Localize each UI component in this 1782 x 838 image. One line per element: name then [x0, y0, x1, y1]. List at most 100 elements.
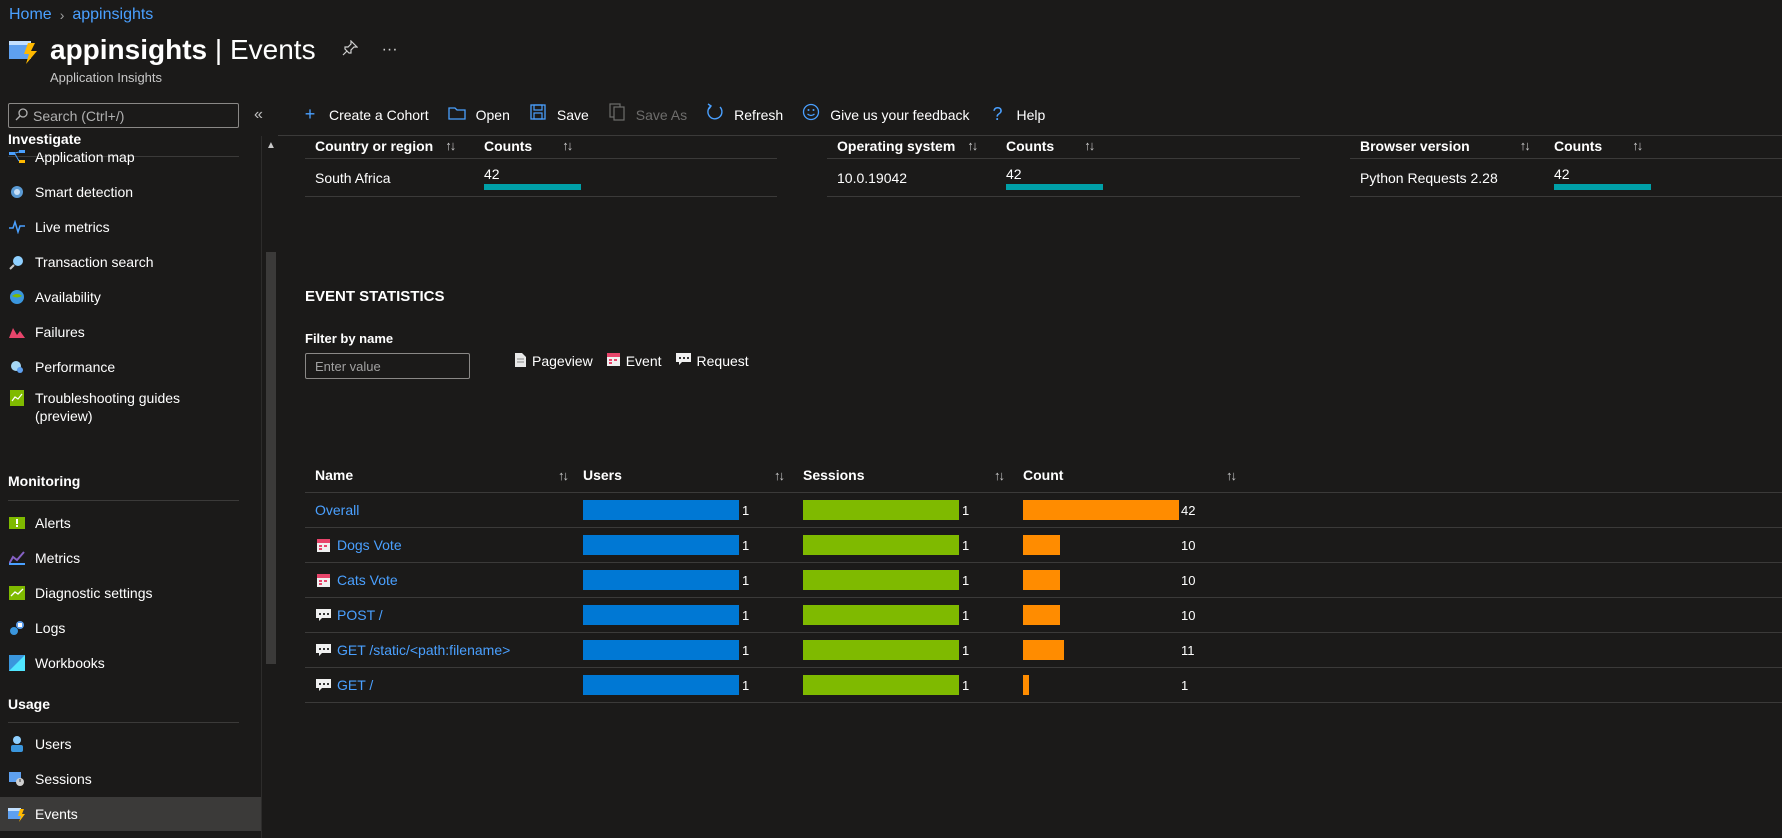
sessions-value: 1	[962, 677, 970, 693]
sidebar-item-troubleshooting[interactable]: Troubleshooting guides (preview)	[0, 385, 261, 429]
sort-icon[interactable]: ↑↓	[562, 138, 573, 153]
sidebar-item-sessions[interactable]: Sessions	[0, 762, 261, 796]
sidebar-item-logs[interactable]: Logs	[0, 611, 261, 645]
sidebar-item-diagnostic-settings[interactable]: Diagnostic settings	[0, 576, 261, 610]
search-input[interactable]: Search (Ctrl+/)	[33, 108, 124, 124]
event-type-legend: Pageview Event Request	[515, 352, 749, 370]
count-cell: 10	[1023, 570, 1263, 590]
users-value: 1	[742, 502, 750, 518]
pin-icon[interactable]	[342, 39, 359, 61]
calendar-icon	[315, 538, 331, 552]
feedback-button[interactable]: Give us your feedback	[801, 103, 969, 126]
users-icon	[8, 735, 26, 753]
search-icon	[15, 107, 28, 124]
section-usage: Usage	[8, 696, 51, 712]
sidebar-search[interactable]: Search (Ctrl+/)	[8, 103, 239, 128]
legend-event[interactable]: Event	[606, 353, 662, 369]
column-header-counts[interactable]: Counts ↑↓	[1002, 138, 1300, 154]
sort-icon[interactable]: ↑↓	[1226, 468, 1237, 483]
sort-icon[interactable]: ↑↓	[1520, 138, 1531, 153]
sidebar-item-availability[interactable]: Availability	[0, 280, 261, 314]
filter-by-name-input[interactable]	[305, 353, 470, 379]
nav-menu: Investigate Application map Smart detect…	[0, 132, 262, 838]
sort-icon[interactable]: ↑↓	[1632, 138, 1643, 153]
column-header-browser[interactable]: Browser version ↑↓	[1350, 138, 1550, 154]
help-icon: ?	[992, 104, 1003, 124]
breadcrumb-home[interactable]: Home	[9, 6, 52, 24]
sort-icon[interactable]: ↑↓	[558, 468, 569, 483]
counts-bar	[484, 183, 581, 190]
diagnostic-settings-icon	[8, 584, 26, 602]
column-header-os[interactable]: Operating system ↑↓	[827, 138, 1002, 154]
chevron-right-icon: ›	[59, 7, 65, 23]
sidebar-item-performance[interactable]: Performance	[0, 350, 261, 384]
sidebar-item-events[interactable]: Events	[0, 797, 261, 831]
sidebar-item-metrics[interactable]: Metrics	[0, 541, 261, 575]
column-header-counts[interactable]: Counts ↑↓	[1550, 138, 1782, 154]
sessions-bar	[803, 535, 959, 555]
save-as-button[interactable]: Save As	[607, 103, 687, 126]
calendar-icon	[606, 353, 620, 369]
event-name-link[interactable]: Overall	[315, 502, 359, 518]
event-name-link[interactable]: Dogs Vote	[337, 537, 402, 553]
table-row: GET /static/<path:filename> 1 1 11	[305, 633, 1782, 668]
sort-icon[interactable]: ↑↓	[1084, 138, 1095, 153]
column-header-users[interactable]: Users ↑↓	[583, 467, 803, 483]
sort-icon[interactable]: ↑↓	[774, 468, 785, 483]
column-header-count[interactable]: Count ↑↓	[1023, 467, 1263, 483]
copy-icon	[607, 103, 627, 126]
event-name-link[interactable]: Cats Vote	[337, 572, 398, 588]
sort-icon[interactable]: ↑↓	[445, 138, 456, 153]
refresh-button[interactable]: Refresh	[705, 103, 783, 126]
column-header-country[interactable]: Country or region ↑↓	[305, 138, 480, 154]
count-bar	[1023, 605, 1060, 625]
count-value: 10	[1181, 537, 1196, 553]
legend-request[interactable]: Request	[675, 353, 749, 369]
request-icon	[315, 678, 331, 692]
section-title: EVENT STATISTICS	[305, 288, 445, 305]
sidebar-scrollbar[interactable]: ▲	[261, 136, 278, 838]
sidebar: Search (Ctrl+/) « Investigate Applicatio…	[0, 100, 278, 838]
sidebar-item-failures[interactable]: Failures	[0, 315, 261, 349]
users-cell: 1	[583, 675, 803, 695]
open-button[interactable]: Open	[447, 104, 510, 125]
users-value: 1	[742, 572, 750, 588]
users-value: 1	[742, 607, 750, 623]
sidebar-item-alerts[interactable]: Alerts	[0, 506, 261, 540]
create-cohort-button[interactable]: + Create a Cohort	[300, 104, 429, 125]
filter-label: Filter by name	[305, 331, 394, 346]
sidebar-item-live-metrics[interactable]: Live metrics	[0, 210, 261, 244]
sessions-icon	[8, 770, 26, 788]
breadcrumb-resource[interactable]: appinsights	[72, 6, 153, 24]
collapse-sidebar-icon[interactable]: «	[254, 106, 263, 124]
sessions-cell: 1	[803, 605, 1023, 625]
scroll-thumb[interactable]	[266, 252, 276, 664]
sidebar-item-transaction-search[interactable]: Transaction search	[0, 245, 261, 279]
legend-pageview[interactable]: Pageview	[515, 352, 593, 370]
users-cell: 1	[583, 500, 803, 520]
sidebar-item-workbooks[interactable]: Workbooks	[0, 646, 261, 680]
save-button[interactable]: Save	[528, 104, 589, 125]
sidebar-item-smart-detection[interactable]: Smart detection	[0, 175, 261, 209]
table-header: Name ↑↓ Users ↑↓ Sessions ↑↓ Count ↑↓	[305, 458, 1782, 493]
count-value: 1	[1181, 677, 1189, 693]
sort-icon[interactable]: ↑↓	[994, 468, 1005, 483]
more-icon[interactable]: ···	[382, 41, 398, 59]
column-header-counts[interactable]: Counts ↑↓	[480, 138, 777, 154]
sidebar-item-application-map[interactable]: Application map	[0, 140, 261, 174]
scroll-up-icon[interactable]: ▲	[266, 140, 276, 151]
table-row: Python Requests 2.28 42	[1350, 159, 1782, 197]
event-name-link[interactable]: POST /	[337, 607, 383, 623]
counts-bar	[1554, 183, 1651, 190]
event-statistics-table: Name ↑↓ Users ↑↓ Sessions ↑↓ Count ↑↓ Overal…	[305, 458, 1782, 703]
column-header-name[interactable]: Name ↑↓	[305, 467, 583, 483]
column-header-sessions[interactable]: Sessions ↑↓	[803, 467, 1023, 483]
sort-icon[interactable]: ↑↓	[967, 138, 978, 153]
sessions-bar	[803, 675, 959, 695]
help-button[interactable]: ? Help	[987, 104, 1045, 125]
users-bar	[583, 535, 739, 555]
sidebar-item-users[interactable]: Users	[0, 727, 261, 761]
table-row: 10.0.19042 42	[827, 159, 1300, 197]
event-name-link[interactable]: GET /	[337, 677, 373, 693]
event-name-link[interactable]: GET /static/<path:filename>	[337, 642, 510, 658]
